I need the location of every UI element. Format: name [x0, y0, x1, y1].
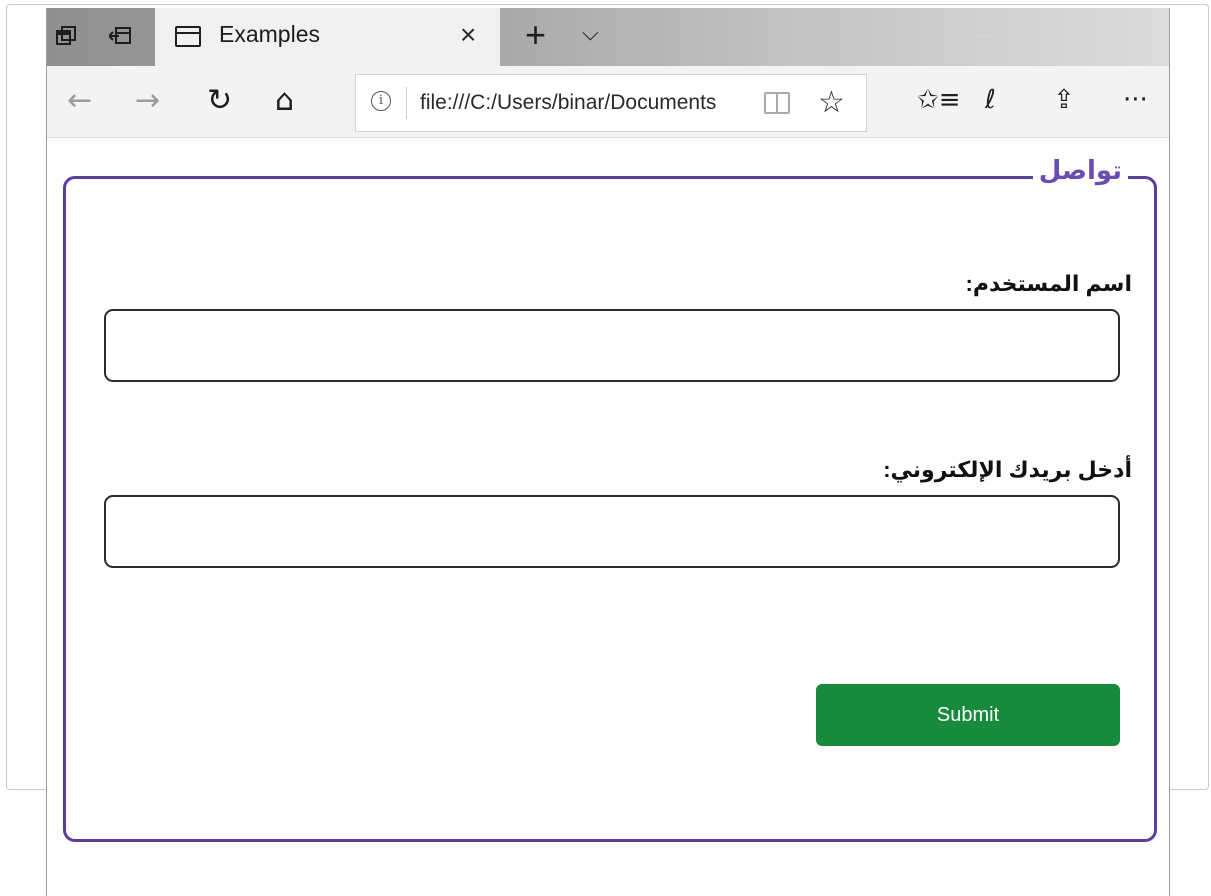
minimize-icon[interactable]: — — [977, 26, 991, 42]
maximize-icon[interactable]: ☐ — [1047, 26, 1060, 43]
username-label: اسم المستخدم: — [965, 271, 1132, 296]
favorite-star-icon[interactable]: ☆ — [818, 85, 845, 120]
submit-button[interactable]: Submit — [816, 684, 1120, 746]
address-divider — [406, 87, 407, 119]
username-input[interactable] — [104, 309, 1120, 382]
more-options-icon[interactable]: ··· — [1123, 84, 1148, 116]
title-bar: Examples × + ⌵ — ☐ ✕ — [47, 8, 1169, 66]
reading-view-icon[interactable] — [764, 92, 790, 114]
close-window-icon[interactable]: ✕ — [1119, 26, 1131, 43]
home-icon[interactable]: ⌂ — [275, 84, 294, 118]
address-bar[interactable]: i file:///C:/Users/binar/Documents ☆ — [355, 74, 867, 132]
navigation-bar: ← → ↻ ⌂ i file:///C:/Users/binar/Documen… — [47, 66, 1169, 138]
close-tab-icon[interactable]: × — [460, 18, 476, 52]
site-info-icon[interactable]: i — [371, 91, 391, 111]
active-tab[interactable]: Examples × — [155, 8, 500, 66]
forward-arrow-icon[interactable]: → — [135, 84, 160, 118]
back-arrow-icon[interactable]: ← — [67, 84, 92, 118]
browser-window: Examples × + ⌵ — ☐ ✕ ← → ↻ ⌂ i file:///C… — [46, 8, 1170, 896]
share-icon[interactable]: ⇪ — [1053, 84, 1075, 116]
tab-title: Examples — [219, 21, 320, 47]
chevron-down-icon[interactable]: ⌵ — [582, 20, 599, 46]
set-aside-glyph — [109, 27, 131, 44]
fieldset-legend: تواصل — [1032, 155, 1128, 186]
tab-preview-icon[interactable] — [53, 22, 79, 50]
page-content: تواصل اسم المستخدم: أدخل بريدك الإلكترون… — [47, 138, 1169, 896]
contact-fieldset: تواصل اسم المستخدم: أدخل بريدك الإلكترون… — [63, 155, 1157, 842]
set-tabs-aside-icon[interactable] — [107, 22, 133, 50]
url-text[interactable]: file:///C:/Users/binar/Documents — [420, 91, 745, 115]
tab-preview-glyph — [56, 26, 76, 45]
pen-notes-icon[interactable]: ℓ — [985, 84, 996, 116]
refresh-icon[interactable]: ↻ — [207, 84, 232, 118]
page-icon — [175, 26, 201, 47]
email-input[interactable] — [104, 495, 1120, 568]
new-tab-icon[interactable]: + — [525, 15, 546, 55]
favorites-list-icon[interactable]: ✩≡ — [917, 84, 961, 116]
email-label: أدخل بريدك الإلكتروني: — [883, 457, 1132, 482]
